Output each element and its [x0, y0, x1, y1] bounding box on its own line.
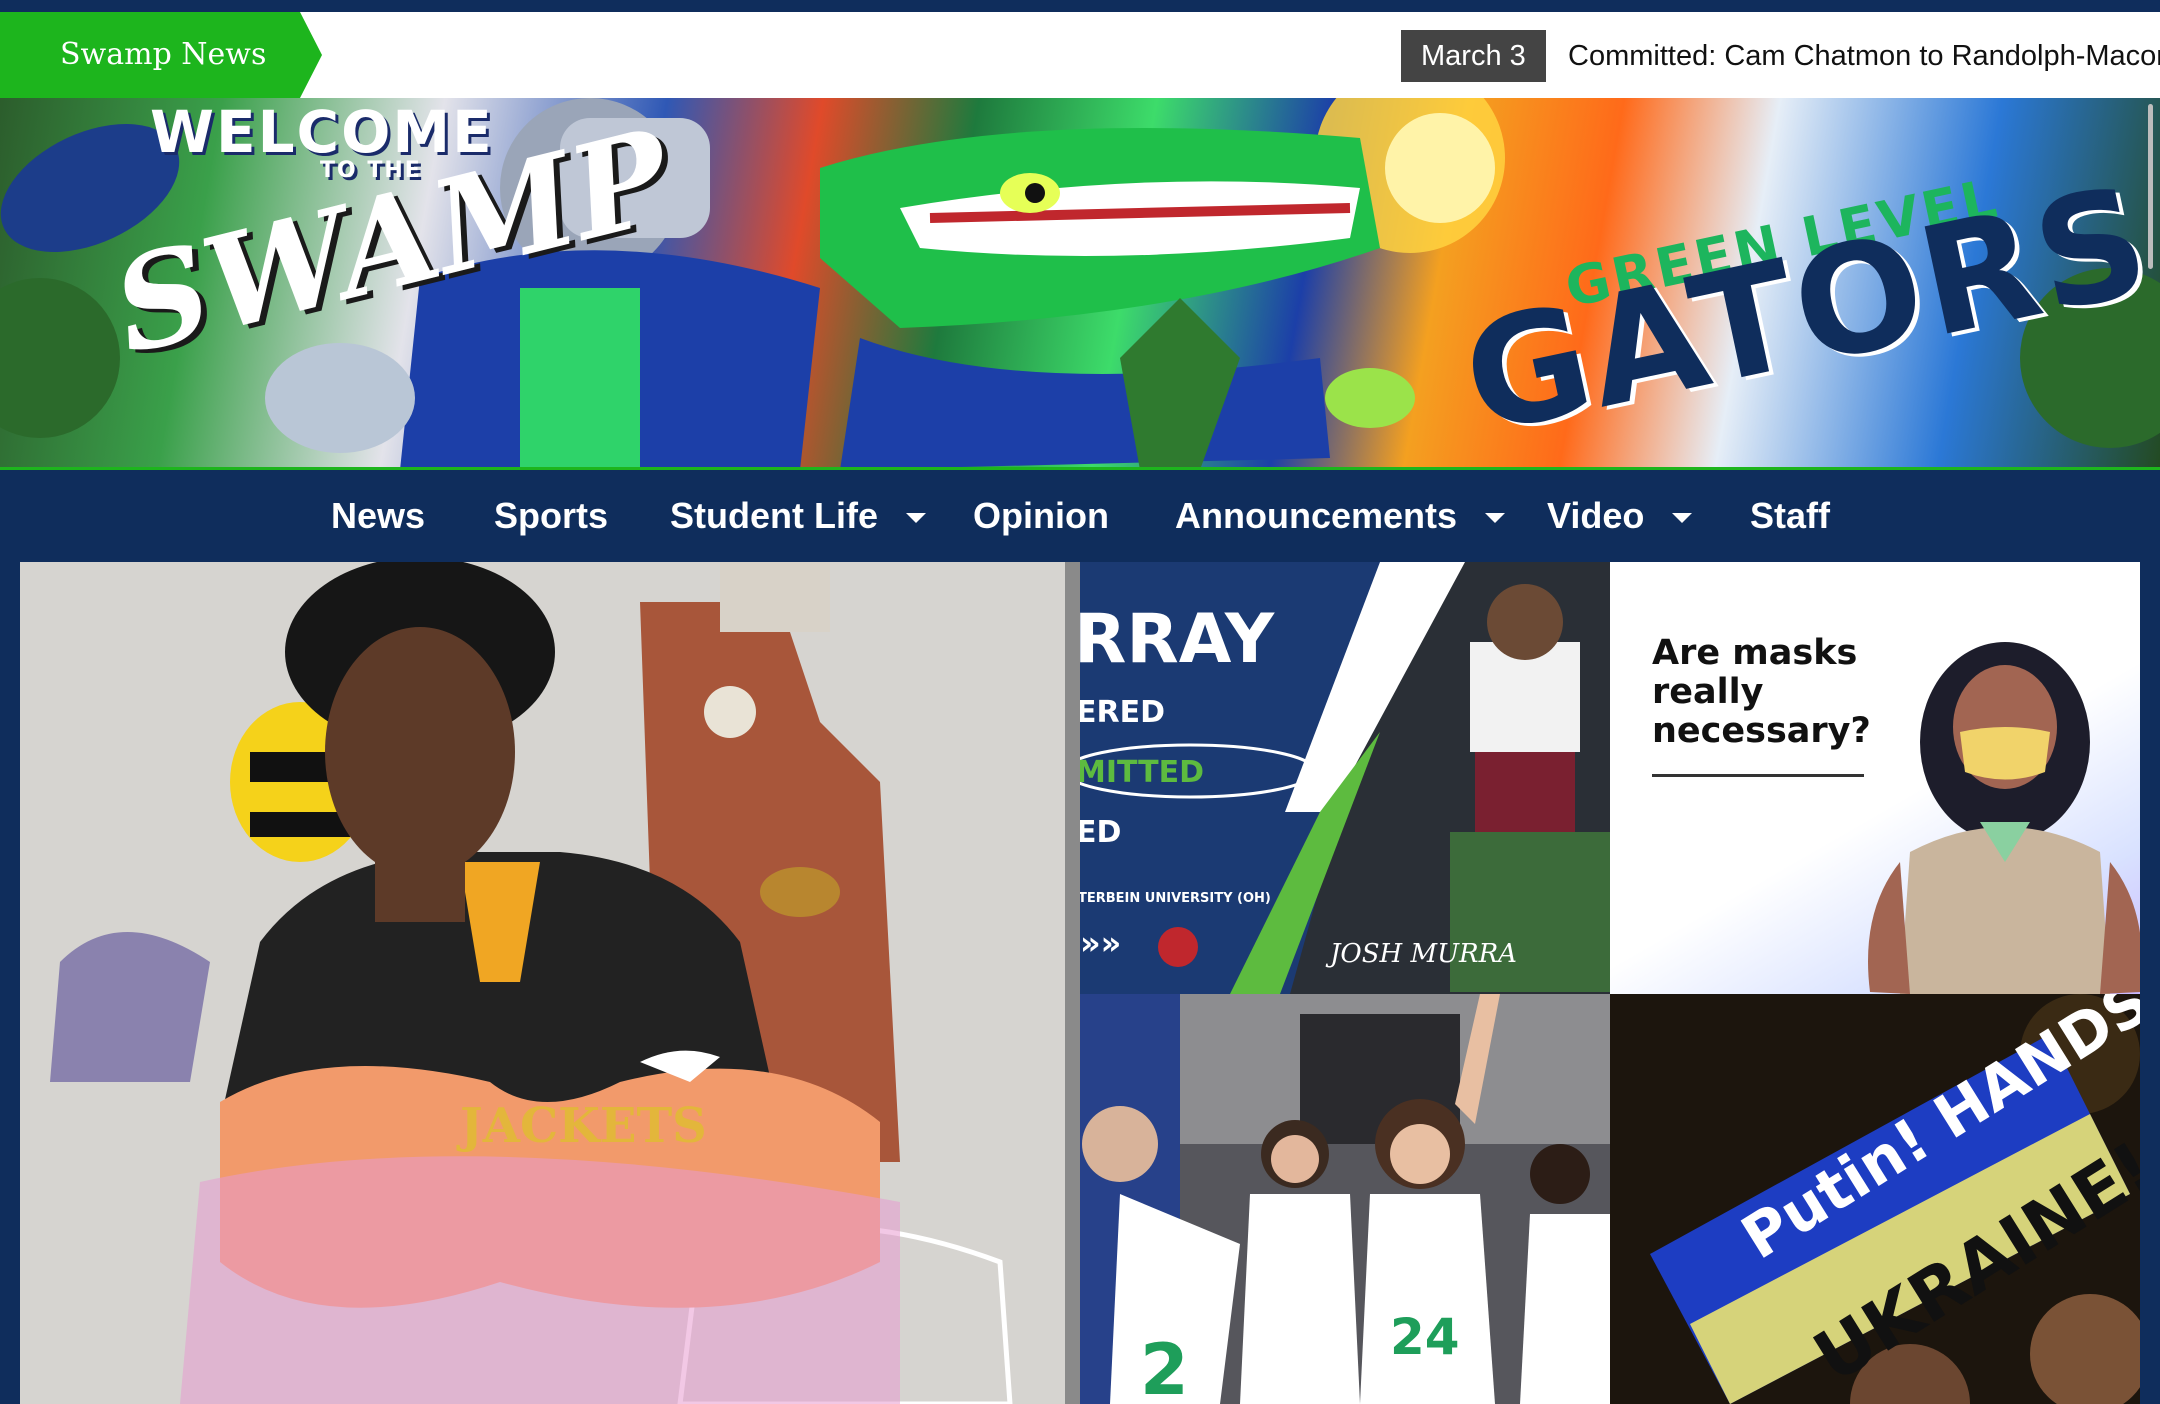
masked-person-illustration [1868, 642, 2140, 994]
feature-story-tile[interactable]: JACKETS [20, 562, 1080, 1404]
nav-video[interactable]: Video [1547, 470, 1693, 562]
nav-staff-label: Staff [1750, 495, 1830, 536]
top-accent-bar [0, 0, 2160, 12]
ukraine-story-tile[interactable]: Putin! HANDS OFF UKRAINE! [1610, 994, 2140, 1404]
chevron-down-icon[interactable] [1485, 513, 1506, 524]
nav-opinion-label: Opinion [973, 495, 1109, 536]
news-ticker: Swamp News March 3 Committed: Cam Chatmo… [0, 12, 2160, 98]
nav-opinion[interactable]: Opinion [973, 470, 1109, 562]
ticker-label: Swamp News [0, 12, 322, 98]
commit-school: TERBEIN UNIVERSITY (OH) [1080, 891, 1271, 906]
jersey-number-2: 2 [1140, 1329, 1189, 1404]
nav-news-label: News [331, 495, 426, 536]
nav-staff[interactable]: Staff [1750, 470, 1830, 562]
nav-sports[interactable]: Sports [494, 470, 608, 562]
commit-story-tile[interactable]: RRAY ERED MITTED ED TERBEIN UNIVERSITY (… [1080, 562, 1610, 994]
feature-story-image: JACKETS [20, 562, 1080, 1404]
commit-name-fragment: RRAY [1080, 600, 1275, 679]
nav-news[interactable]: News [331, 470, 425, 562]
commit-line-1: ERED [1080, 695, 1165, 730]
commit-signature: JOSH MURRA [1325, 939, 1517, 969]
commit-line-3: ED [1080, 815, 1121, 850]
chevron-down-icon[interactable] [905, 513, 926, 524]
main-navigation: News Sports Student Life Opinion Announc… [0, 470, 2160, 562]
nav-student-life-label: Student Life [670, 495, 878, 536]
nav-video-label: Video [1547, 495, 1645, 536]
ticker-date: March 3 [1401, 30, 1546, 82]
ticker-headline-link[interactable]: Committed: Cam Chatmon to Randolph-Macon [1568, 30, 2160, 82]
site-banner[interactable]: WELCOME TO THE SWAMP GREEN LEVEL GATORS [0, 98, 2160, 470]
commit-line-2: MITTED [1080, 755, 1204, 790]
commit-graphic-image: RRAY ERED MITTED ED TERBEIN UNIVERSITY (… [1080, 562, 1610, 994]
nav-student-life[interactable]: Student Life [670, 470, 926, 562]
commit-chevrons: »» [1080, 924, 1121, 962]
nav-announcements-label: Announcements [1175, 495, 1458, 536]
basketball-celebration-image: 2 24 [1080, 994, 1610, 1404]
masks-opinion-tile[interactable]: Are masks really necessary? [1610, 562, 2140, 994]
nav-sports-label: Sports [494, 495, 609, 536]
jersey-lettering: JACKETS [456, 1098, 707, 1154]
basketball-story-tile[interactable]: 2 24 [1080, 994, 1610, 1404]
jersey-number-24: 24 [1390, 1308, 1460, 1366]
nav-announcements[interactable]: Announcements [1175, 470, 1506, 562]
scrollbar-thumb[interactable] [2148, 104, 2153, 269]
chevron-down-icon[interactable] [1672, 513, 1693, 524]
